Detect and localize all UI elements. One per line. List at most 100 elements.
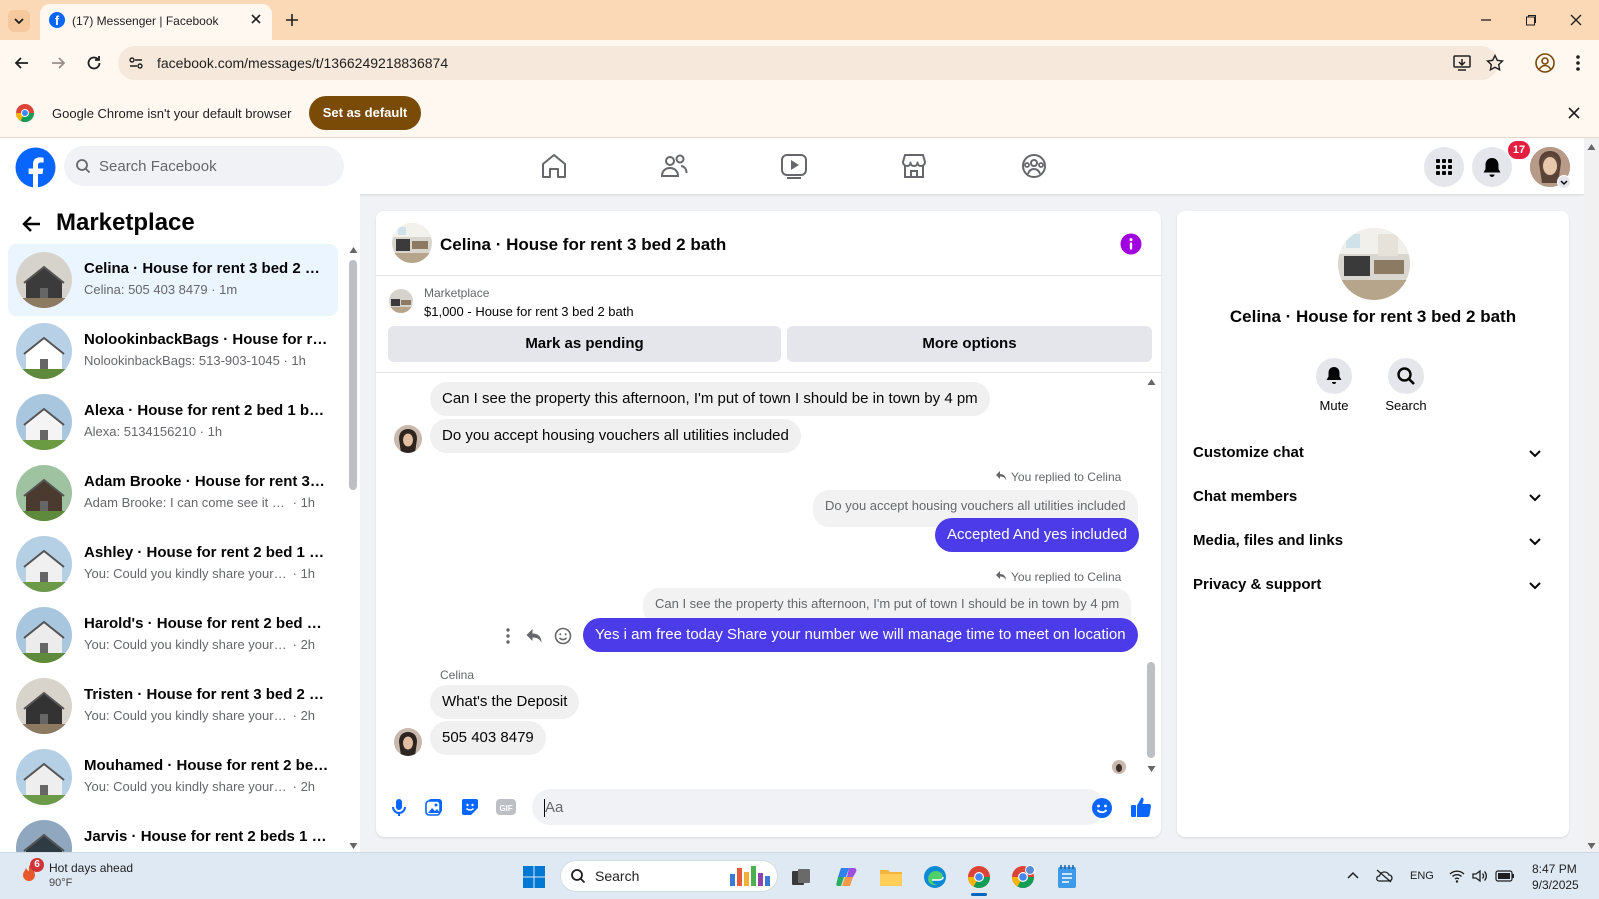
like-thumb-icon[interactable] <box>1129 795 1153 819</box>
page-scroll-up-icon[interactable] <box>1587 143 1596 151</box>
outgoing-message[interactable]: Yes i am free today Share your number we… <box>583 618 1138 652</box>
cloud-offline-icon[interactable] <box>1375 868 1393 884</box>
profile-icon[interactable] <box>1534 52 1556 74</box>
minimize-icon[interactable] <box>1478 12 1494 28</box>
conversation-item[interactable]: Adam Brooke · House for rent 3 bed Adam B… <box>8 457 338 529</box>
sidebar-scrollbar[interactable] <box>349 260 357 490</box>
message-more-icon[interactable] <box>503 627 513 645</box>
site-settings-icon[interactable] <box>127 54 145 72</box>
chat-scroll-up-icon[interactable] <box>1147 378 1156 386</box>
replied-to-label: You replied to Celina <box>1011 470 1122 484</box>
task-view-icon[interactable] <box>790 866 812 888</box>
wifi-icon[interactable] <box>1449 868 1465 884</box>
incoming-message[interactable]: 505 403 8479 <box>430 721 546 755</box>
restore-icon[interactable] <box>1523 12 1539 28</box>
install-app-icon[interactable] <box>1452 53 1472 73</box>
set-default-button[interactable]: Set as default <box>309 96 421 130</box>
media-files-links-section[interactable]: Media, files and links <box>1193 519 1553 563</box>
clock-time[interactable]: 8:47 PM <box>1532 862 1577 876</box>
conversation-item[interactable]: NolookinbackBags · House for rent Nolooki… <box>8 315 338 387</box>
mute-label: Mute <box>1319 398 1349 413</box>
emoji-icon[interactable] <box>1091 797 1113 819</box>
mute-button[interactable] <box>1316 358 1352 394</box>
conversation-time: · 1h <box>292 495 316 510</box>
file-explorer-icon[interactable] <box>879 866 903 888</box>
forward-icon[interactable] <box>48 53 68 73</box>
sticker-icon[interactable] <box>460 797 480 817</box>
chat-header-avatar[interactable] <box>392 223 432 263</box>
page-scroll-down-icon[interactable] <box>1587 842 1596 850</box>
incoming-message[interactable]: Do you accept housing vouchers all utili… <box>430 419 801 453</box>
conversation-preview-text: You: Could you kindly share your c... <box>84 779 289 794</box>
friends-nav-icon[interactable] <box>654 150 694 182</box>
conversation-item[interactable]: Mouhamed · House for rent 2 bed 1 bath Yo… <box>8 741 338 813</box>
chrome-taskbar-icon[interactable] <box>967 865 991 889</box>
conversation-item[interactable]: Ashley · House for rent 2 bed 1 bath You:… <box>8 528 338 600</box>
notifications-button[interactable] <box>1472 147 1512 187</box>
url-text[interactable]: facebook.com/messages/t/1366249218836874 <box>157 55 448 71</box>
chat-scroll-down-icon[interactable] <box>1147 765 1156 773</box>
volume-icon[interactable] <box>1471 868 1489 884</box>
customize-chat-section[interactable]: Customize chat <box>1193 431 1553 475</box>
facebook-logo-icon[interactable] <box>15 147 56 188</box>
weather-title[interactable]: Hot days ahead <box>49 861 133 875</box>
clock-date[interactable]: 9/3/2025 <box>1532 878 1579 892</box>
reply-arrow-icon <box>995 570 1007 582</box>
listing-thumbnail[interactable] <box>389 289 413 313</box>
gif-icon[interactable]: GIF <box>495 797 517 817</box>
microphone-icon[interactable] <box>389 797 409 817</box>
sidebar-scroll-down-icon[interactable] <box>349 842 358 850</box>
tab-search-button[interactable] <box>8 10 30 32</box>
conversation-info-icon[interactable] <box>1120 233 1142 255</box>
close-window-icon[interactable] <box>1568 12 1584 28</box>
conversation-item[interactable]: Harold's · House for rent 2 bed 1 bath Yo… <box>8 599 338 671</box>
search-in-conversation-button[interactable] <box>1388 358 1424 394</box>
message-input[interactable] <box>532 789 1105 825</box>
account-chevron-icon[interactable] <box>1557 175 1571 189</box>
weather-alert-badge: 6 <box>30 858 44 872</box>
message-reply-icon[interactable] <box>525 627 543 645</box>
conversation-item[interactable]: Alexa · House for rent 2 bed 1 bath Alexa… <box>8 386 338 458</box>
battery-icon[interactable] <box>1495 870 1515 882</box>
sender-avatar[interactable] <box>394 425 422 453</box>
notepad-icon[interactable] <box>1056 864 1078 890</box>
chevron-down-icon <box>1529 582 1541 590</box>
video-nav-icon[interactable] <box>774 150 814 182</box>
listing-price-title[interactable]: $1,000 - House for rent 3 bed 2 bath <box>424 304 634 319</box>
bookmark-star-icon[interactable] <box>1485 53 1505 73</box>
privacy-support-section[interactable]: Privacy & support <box>1193 563 1553 607</box>
reload-icon[interactable] <box>84 53 104 73</box>
more-options-button[interactable]: More options <box>787 326 1152 362</box>
details-avatar[interactable] <box>1338 228 1410 300</box>
browser-menu-icon[interactable] <box>1574 53 1582 73</box>
incoming-message[interactable]: What's the Deposit <box>430 685 580 719</box>
tab-close-icon[interactable] <box>248 11 264 27</box>
infobar-close-icon[interactable] <box>1566 105 1582 121</box>
groups-nav-icon[interactable] <box>1014 150 1054 182</box>
back-icon[interactable] <box>12 53 32 73</box>
sidebar-scroll-up-icon[interactable] <box>349 246 358 254</box>
photo-attach-icon[interactable] <box>424 797 444 817</box>
sender-avatar[interactable] <box>394 728 422 756</box>
outgoing-message[interactable]: Accepted And yes included <box>935 518 1140 552</box>
copilot-icon[interactable] <box>835 865 859 889</box>
page-scrollbar[interactable] <box>1584 138 1599 852</box>
chrome-profile-taskbar-icon[interactable] <box>1011 865 1035 889</box>
back-arrow-icon[interactable] <box>20 212 44 236</box>
menu-grid-button[interactable] <box>1424 147 1464 187</box>
message-react-icon[interactable] <box>554 627 572 645</box>
incoming-message[interactable]: Can I see the property this afternoon, I… <box>430 382 990 416</box>
conversation-item[interactable]: Celina · House for rent 3 bed 2 bath Celi… <box>8 244 338 316</box>
mark-as-pending-button[interactable]: Mark as pending <box>388 326 781 362</box>
chat-members-section[interactable]: Chat members <box>1193 475 1553 519</box>
edge-browser-icon[interactable] <box>923 865 947 889</box>
conversation-item[interactable]: Tristen · House for rent 3 bed 2 bath You… <box>8 670 338 742</box>
home-nav-icon[interactable] <box>534 150 574 182</box>
marketplace-nav-icon[interactable] <box>894 150 934 182</box>
chat-scrollbar[interactable] <box>1147 662 1155 758</box>
input-language[interactable]: ENG <box>1410 870 1434 882</box>
windows-start-icon[interactable] <box>522 865 546 889</box>
chat-title[interactable]: Celina · House for rent 3 bed 2 bath <box>440 235 726 255</box>
show-hidden-icons-icon[interactable] <box>1346 869 1360 883</box>
new-tab-icon[interactable] <box>283 11 301 29</box>
